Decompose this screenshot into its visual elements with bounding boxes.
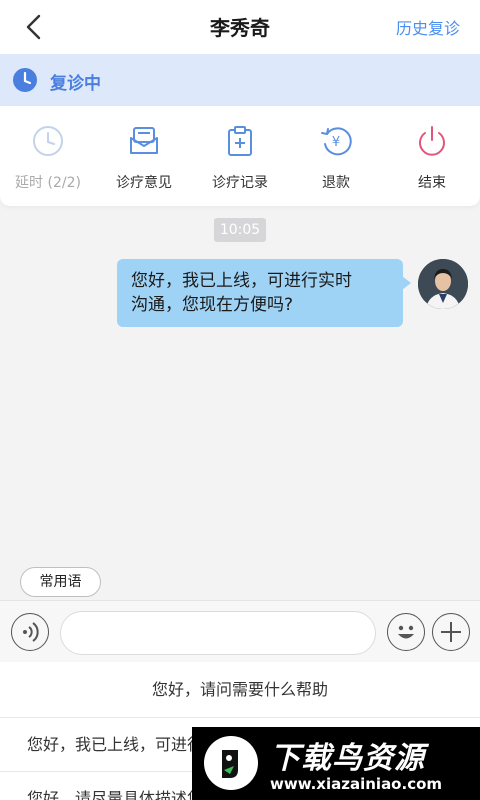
end-consultation-label: 结束: [418, 175, 446, 191]
bird-logo-icon: [204, 736, 258, 790]
header: 李秀奇 历史复诊: [0, 0, 480, 54]
quick-phrase-button[interactable]: 常用语: [20, 567, 101, 597]
treatment-record-button[interactable]: 诊疗记录: [192, 124, 288, 192]
clipboard-plus-icon: [228, 126, 252, 156]
watermark: 下载鸟资源 www.xiazainiao.com: [192, 727, 480, 800]
action-bar: 延时 (2/2) 诊疗意见 诊疗记录 ¥ 退款 结束: [0, 106, 480, 206]
message-bubble: 您好，我已上线，可进行实时 沟通，您现在方便吗?: [117, 259, 403, 327]
bird-logo-graphic: [206, 738, 256, 788]
message-line: 您好，我已上线，可进行实时: [131, 271, 352, 291]
status-text: 复诊中: [50, 74, 101, 94]
watermark-url: www.xiazainiao.com: [270, 775, 443, 793]
doctor-avatar-image: [418, 259, 468, 309]
phrase-panel-header[interactable]: 您好，请问需要什么帮助: [0, 662, 480, 718]
bubble-tail: [402, 276, 411, 290]
history-revisit-link[interactable]: 历史复诊: [396, 15, 460, 39]
emoji-button[interactable]: [387, 613, 425, 651]
refund-yuan-icon: ¥: [321, 127, 352, 156]
watermark-title: 下载鸟资源: [270, 741, 425, 776]
doctor-avatar[interactable]: [418, 259, 468, 309]
message-timestamp: 10:05: [214, 218, 266, 242]
clock-icon: [13, 68, 37, 92]
diagnosis-opinion-label: 诊疗意见: [116, 175, 172, 191]
plus-icon: [440, 621, 461, 642]
extend-time-label: 延时 (2/2): [15, 175, 81, 191]
refund-label: 退款: [322, 175, 350, 191]
clock-icon: [33, 126, 63, 156]
status-banner: 复诊中: [0, 54, 480, 106]
emoji-icon: [397, 625, 414, 638]
refund-button[interactable]: ¥ 退款: [288, 124, 384, 192]
diagnosis-opinion-button[interactable]: 诊疗意见: [96, 124, 192, 192]
extend-time-button[interactable]: 延时 (2/2): [0, 124, 96, 192]
message-line: 沟通，您现在方便吗?: [131, 295, 294, 315]
composer-bar: [0, 600, 480, 662]
message-input[interactable]: [60, 611, 376, 655]
treatment-record-label: 诊疗记录: [212, 175, 268, 191]
end-consultation-button[interactable]: 结束: [384, 124, 480, 192]
svg-text:¥: ¥: [332, 135, 340, 150]
power-icon: [419, 126, 445, 156]
voice-input-button[interactable]: [11, 613, 49, 651]
envelope-icon: [130, 127, 158, 154]
more-options-button[interactable]: [432, 613, 470, 651]
voice-icon: [22, 621, 39, 642]
